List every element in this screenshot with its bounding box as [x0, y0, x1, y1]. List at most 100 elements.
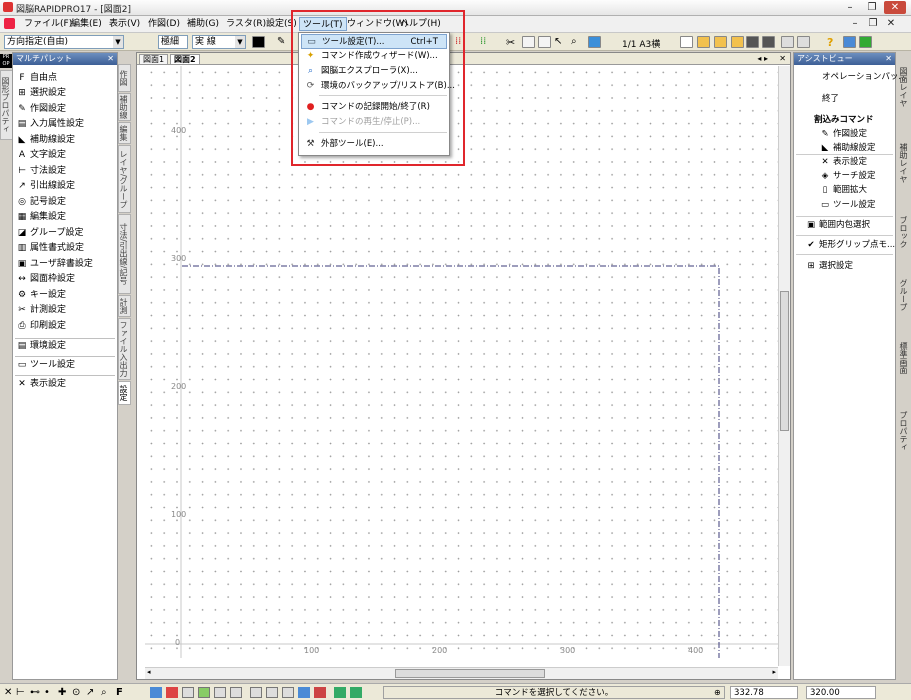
palette-item[interactable]: ✎ 作図設定	[17, 102, 66, 117]
menu-assist[interactable]: 補助(G)	[184, 17, 222, 31]
palette-item[interactable]: ▤ 環境設定	[17, 339, 66, 354]
pen-icon[interactable]: ✎	[277, 36, 290, 48]
doc-icon[interactable]	[4, 18, 15, 29]
tab-group[interactable]: グループ	[897, 267, 910, 322]
pin-icon[interactable]: ✕	[885, 54, 892, 63]
tab-close-icon[interactable]: ✕	[779, 54, 786, 63]
ortho-icon[interactable]	[214, 687, 226, 698]
line-end-icon[interactable]: ⊢	[16, 687, 25, 698]
assist-item[interactable]: ✔ 矩形グリップ点モ...	[806, 239, 895, 252]
save-icon[interactable]	[746, 36, 759, 48]
menu-draw[interactable]: 作図(D)	[145, 17, 183, 31]
horizontal-scrollbar[interactable]: ◂ ▸	[145, 667, 778, 679]
direction-combo[interactable]: 方向指定(自由) ▼	[4, 35, 124, 49]
line-mid-icon[interactable]: ⊷	[30, 687, 40, 698]
new-file-icon[interactable]	[680, 36, 693, 48]
color-icon[interactable]	[252, 36, 265, 48]
assist-item[interactable]: ◈ サーチ設定	[820, 170, 876, 183]
maximize-icon[interactable]: ❐	[861, 1, 883, 14]
assist-item[interactable]: ▣ 範囲内包選択	[806, 219, 870, 232]
tab-property[interactable]: プロパティ	[897, 400, 910, 462]
snap-mode-icon[interactable]	[198, 687, 210, 698]
palette-item[interactable]: ◎ 記号設定	[17, 195, 66, 210]
palette-item[interactable]: ▣ ユーザ辞書設定	[17, 257, 93, 272]
book-icon[interactable]	[859, 36, 872, 48]
tab-edit[interactable]: 編集	[118, 122, 131, 144]
chevron-down-icon[interactable]: ▼	[235, 36, 245, 48]
palette-item[interactable]: ⊞ 選択設定	[17, 86, 66, 101]
help-icon[interactable]: ?	[827, 36, 840, 49]
palette-item[interactable]: ⎙ 印刷設定	[17, 319, 66, 334]
house-icon[interactable]	[266, 687, 278, 698]
snap-icon[interactable]: ⁞⁞	[480, 36, 493, 48]
palette-item[interactable]: ▦ 編集設定	[17, 210, 66, 225]
menu-view[interactable]: 表示(V)	[106, 17, 143, 31]
zoom-icon[interactable]	[588, 36, 601, 48]
palette-item[interactable]: ⊢ 寸法設定	[17, 164, 66, 179]
palette-item[interactable]: F 自由点	[17, 71, 57, 86]
assist-item[interactable]: ✕ 表示設定	[820, 156, 867, 169]
chevron-down-icon[interactable]: ▼	[113, 36, 123, 48]
tab-block[interactable]: ブロック	[897, 204, 910, 259]
tab-drawing-1[interactable]: 図面1	[139, 54, 169, 65]
tab-measure[interactable]: 計測	[118, 295, 131, 317]
tab-draw[interactable]: 作図	[118, 64, 131, 92]
palette-item[interactable]: ▥ 属性書式設定	[17, 241, 84, 256]
tab-layer-group[interactable]: レイヤ/グループ	[118, 145, 131, 213]
save-as-icon[interactable]	[762, 36, 775, 48]
tab-assist-line[interactable]: 補助線	[118, 93, 131, 121]
palette-item[interactable]: A 文字設定	[17, 148, 66, 163]
linetype-combo[interactable]: 実 線 ▼	[192, 35, 246, 49]
mode-icon[interactable]	[150, 687, 162, 698]
search-icon[interactable]: ⌕	[571, 36, 584, 48]
app-icon[interactable]	[3, 2, 13, 12]
info-icon[interactable]	[843, 36, 856, 48]
tab-scroll-icon[interactable]: ◂ ▸	[757, 54, 768, 63]
palette-item[interactable]: ↗ 引出線設定	[17, 179, 75, 194]
tab-assist-layer[interactable]: 補助レイヤ	[897, 130, 910, 195]
search-snap-icon[interactable]: ⌕	[101, 687, 107, 698]
erase-mode-icon[interactable]	[314, 687, 326, 698]
assist-item[interactable]: ▯ 範囲拡大	[820, 184, 867, 197]
folder-icon[interactable]	[714, 36, 727, 48]
free-point-icon[interactable]: F	[116, 687, 123, 698]
print-preview-icon[interactable]	[797, 36, 810, 48]
palette-item[interactable]: ⚙ キー設定	[17, 288, 66, 303]
assist-item[interactable]: ⊞ 選択設定	[806, 260, 853, 273]
palette-item[interactable]: ◪ グループ設定	[17, 226, 84, 241]
tab-file-io[interactable]: ファイル入出力	[118, 318, 131, 380]
save-all-icon[interactable]	[731, 36, 744, 48]
grid-mode-icon[interactable]	[182, 687, 194, 698]
open-folder-icon[interactable]	[697, 36, 710, 48]
assist-item[interactable]: 終了	[822, 93, 839, 106]
horizontal-scroll-thumb[interactable]	[395, 669, 545, 678]
scroll-left-icon[interactable]: ◂	[147, 668, 151, 676]
tab-settings[interactable]: 設定	[118, 381, 131, 405]
palette-item[interactable]: ↔ 図面枠設定	[17, 272, 75, 287]
assist-item[interactable]: ✎ 作図設定	[820, 128, 867, 141]
palette-item[interactable]: ▤ 入力属性設定	[17, 117, 84, 132]
cross-icon[interactable]: ✕	[4, 687, 12, 698]
pin-icon[interactable]: ✕	[107, 54, 114, 63]
assist-item[interactable]: オペレーションパッ...	[822, 71, 906, 84]
palette-item[interactable]: ✂ 計測設定	[17, 303, 66, 318]
layer-combo[interactable]: 極細	[158, 35, 188, 49]
tab-drawing-2[interactable]: 図面2	[170, 54, 200, 65]
select-mode-icon[interactable]	[298, 687, 310, 698]
group-icon[interactable]	[282, 687, 294, 698]
tangent-icon[interactable]: ↗	[86, 687, 94, 698]
minimize-icon[interactable]: –	[839, 1, 861, 14]
vertical-scrollbar[interactable]	[778, 66, 790, 666]
assist-item[interactable]: 割込みコマンド	[814, 114, 874, 127]
home-icon[interactable]	[250, 687, 262, 698]
cut-icon[interactable]: ✂	[506, 36, 519, 49]
palette-item[interactable]: ✕ 表示設定	[17, 377, 66, 392]
menu-edit[interactable]: 編集(E)	[68, 17, 105, 31]
print-icon[interactable]	[781, 36, 794, 48]
scale-label[interactable]: 1/1 A3横	[622, 37, 660, 50]
tab-drawing-layer[interactable]: 図面レイヤ	[897, 54, 910, 119]
tab-dimension[interactable]: 寸法/引出線/記号	[118, 214, 131, 294]
assist-item[interactable]: ▭ ツール設定	[820, 199, 876, 212]
close-icon[interactable]: ✕	[884, 1, 906, 14]
point-icon[interactable]: •	[44, 687, 50, 698]
